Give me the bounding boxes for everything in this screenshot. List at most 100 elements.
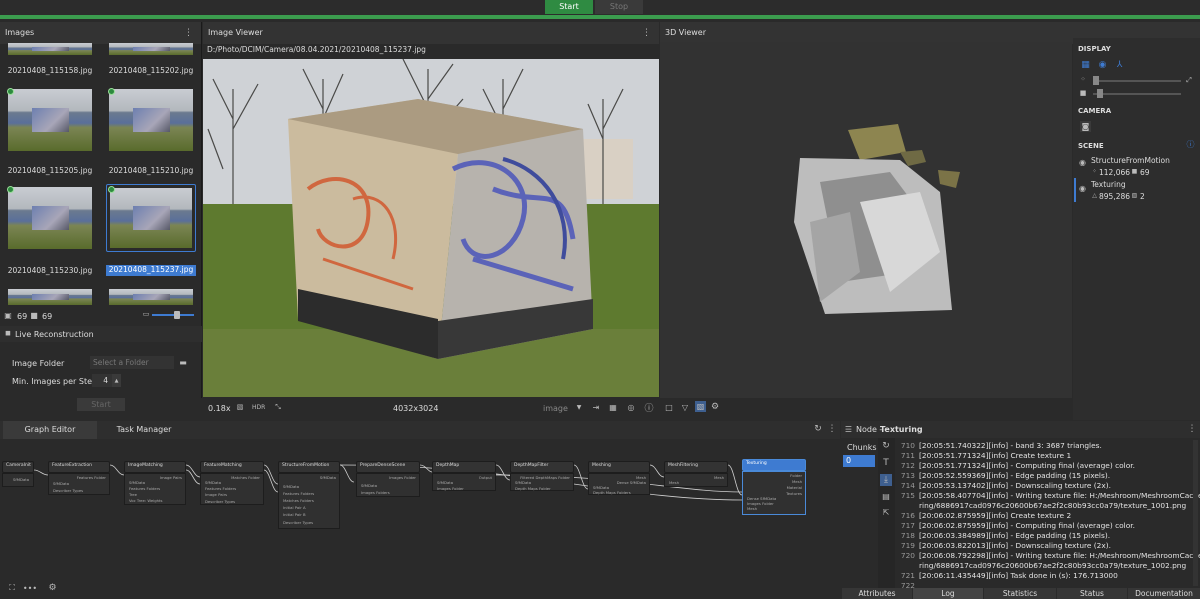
- hdr-label[interactable]: HDR: [252, 404, 265, 411]
- camera-icon[interactable]: ◙: [1080, 121, 1091, 132]
- thumbnail[interactable]: [106, 286, 196, 308]
- point-size-handle[interactable]: [1093, 76, 1099, 85]
- tab-documentation[interactable]: Documentation: [1128, 588, 1200, 599]
- import-icon[interactable]: ⇥: [591, 402, 601, 412]
- stop-button[interactable]: Stop: [595, 0, 643, 14]
- graph-settings-icon[interactable]: ⚙: [47, 582, 58, 593]
- graph-node-camerainit[interactable]: CameraInit SfMData: [2, 461, 34, 487]
- chevron-down-icon[interactable]: ▼: [575, 403, 583, 411]
- tab-status[interactable]: Status: [1057, 588, 1127, 599]
- live-reconstruction-title: Live Reconstruction: [15, 330, 94, 339]
- image-path: D:/Photo/DCIM/Camera/08.04.2021/20210408…: [207, 45, 426, 54]
- images-panel-title: Images: [5, 28, 35, 37]
- node-menu-icon[interactable]: ⋮: [1188, 424, 1197, 434]
- min-images-stepper[interactable]: 4: [92, 374, 112, 387]
- 3d-viewer-toolbar: [660, 398, 1072, 420]
- thumbnail[interactable]: [5, 184, 95, 252]
- thumbnail[interactable]: [5, 286, 95, 308]
- 3d-viewport[interactable]: [660, 42, 1072, 398]
- scene-info-icon[interactable]: ⓘ: [1186, 140, 1195, 149]
- min-images-label: Min. Images per Step: [12, 377, 98, 386]
- scene-item-name[interactable]: Texturing: [1091, 180, 1126, 189]
- tab-graph-editor[interactable]: Graph Editor: [3, 421, 97, 439]
- thumbnail-size-icon: ▭: [142, 310, 150, 318]
- tab-task-manager[interactable]: Task Manager: [97, 421, 191, 439]
- scene-item-name[interactable]: StructureFromMotion: [1091, 156, 1170, 165]
- info-icon[interactable]: ⓘ: [644, 402, 654, 414]
- log-scrollbar[interactable]: [1193, 440, 1198, 586]
- fit-view-icon[interactable]: ⛶: [7, 583, 17, 593]
- filter-icon[interactable]: ▽: [680, 402, 690, 412]
- visibility-eye-icon[interactable]: ◉: [1078, 184, 1087, 193]
- thumbnail[interactable]: [5, 40, 95, 58]
- cameras-icon: ■: [1131, 168, 1138, 175]
- graph-node-texturing-selected[interactable]: Texturing Folder Mesh Material Textures Dense…: [742, 459, 806, 515]
- stepper-arrows-icon[interactable]: ▲: [112, 374, 121, 387]
- more-icon[interactable]: •••: [23, 583, 37, 593]
- chunk-item-selected[interactable]: 0: [843, 455, 875, 467]
- viewer-menu-icon[interactable]: ⋮: [642, 22, 651, 44]
- document-icon[interactable]: ▤: [881, 491, 891, 501]
- graph-node-preparedensescene[interactable]: PrepareDenseScene Images Folder SfMData Ima…: [356, 461, 420, 497]
- log-line: 720 [20:06:08.792298][info] - Writing tex…: [900, 551, 1200, 560]
- display-panel: [1073, 38, 1200, 420]
- globe-icon[interactable]: ◎: [626, 402, 636, 412]
- graph-node-meshing[interactable]: Meshing Mesh Dense SfMData SfMData Depth Map…: [588, 461, 650, 495]
- log-line: 719 [20:06:03.822013][info] - Downscaling…: [900, 541, 1111, 550]
- thumbnail[interactable]: [5, 86, 95, 154]
- settings-icon[interactable]: ⚙: [710, 402, 720, 412]
- visibility-eye-icon[interactable]: ◉: [1078, 158, 1087, 167]
- node-panel-title-node: Texturing: [880, 425, 923, 434]
- thumbnail-size-slider[interactable]: [152, 314, 194, 316]
- tab-log[interactable]: Log: [913, 588, 983, 599]
- graph-menu-icon[interactable]: ⋮: [828, 424, 837, 434]
- viewer-mode-select[interactable]: image: [543, 404, 568, 413]
- image-folder-input[interactable]: Select a Folder: [90, 356, 174, 369]
- graph-node-imagematching[interactable]: ImageMatching Image Pairs SfMData Features …: [124, 461, 186, 505]
- slider-handle[interactable]: [174, 311, 180, 319]
- camera-count: 69: [42, 312, 53, 321]
- reconstructed-badge-icon: [7, 186, 14, 193]
- grid-icon[interactable]: ▦: [608, 402, 618, 412]
- thumbnail-label-selected: 20210408_115237.jpg: [106, 265, 196, 276]
- thumbnail-label: 20210408_115202.jpg: [108, 66, 194, 75]
- reload-log-icon[interactable]: ↻: [881, 441, 891, 451]
- reconstructed-badge-icon: [108, 186, 115, 193]
- graph-node-depthmapfilter[interactable]: DepthMapFilter Filtered DepthMaps Folder S…: [510, 461, 574, 491]
- gizmo-toggle-icon[interactable]: ◉: [1097, 59, 1108, 70]
- live-start-button[interactable]: Start: [77, 398, 125, 411]
- log-line: 710 [20:05:51.740322][info] - band 3: 368…: [900, 441, 1102, 450]
- camera-scale-handle[interactable]: [1097, 89, 1103, 98]
- thumbnail[interactable]: [106, 40, 196, 58]
- point-size-slider[interactable]: [1093, 80, 1181, 82]
- live-reconstruction-toggle-icon[interactable]: ◼: [4, 329, 12, 337]
- graph-node-meshfiltering[interactable]: MeshFiltering Mesh Mesh: [664, 461, 728, 487]
- graph-node-featureextraction[interactable]: FeatureExtraction Features Folder SfMData D…: [48, 461, 110, 495]
- thumbnail[interactable]: [106, 86, 196, 154]
- viewer-image[interactable]: [203, 59, 659, 397]
- tab-statistics[interactable]: Statistics: [984, 588, 1056, 599]
- thumbnail-selected[interactable]: [106, 184, 196, 252]
- graph-node-depthmap[interactable]: DepthMap Output SfMData Images Folder: [432, 461, 496, 491]
- start-button[interactable]: Start: [545, 0, 593, 14]
- bounding-box-icon[interactable]: □: [664, 402, 674, 412]
- graph-node-structurefrommotion[interactable]: StructureFromMotion SfMData SfMData Feature…: [278, 461, 340, 529]
- fixed-size-icon[interactable]: ⤢: [1185, 76, 1193, 84]
- origin-toggle-icon[interactable]: ⅄: [1114, 59, 1125, 70]
- camera-count-icon: ■: [30, 310, 38, 320]
- camera-scale-slider[interactable]: [1093, 93, 1181, 95]
- wireframe-icon[interactable]: ▧: [695, 401, 706, 412]
- grid-toggle-icon[interactable]: ▦: [1080, 59, 1091, 70]
- tab-attributes[interactable]: Attributes: [842, 588, 912, 599]
- log-line: 714 [20:05:53.137402][info] - Downscaling…: [900, 481, 1111, 490]
- hdr-toggle-icon[interactable]: ▧: [235, 402, 245, 412]
- triangles-icon: △: [1092, 192, 1097, 199]
- folder-icon[interactable]: ▬: [178, 357, 188, 367]
- fit-icon[interactable]: ⤡: [273, 402, 283, 412]
- scroll-bottom-icon[interactable]: ⤓: [880, 474, 892, 486]
- scene-item-triangles: 895,286: [1099, 192, 1131, 201]
- graph-node-featurematching[interactable]: FeatureMatching Matches Folder SfMData Feat…: [200, 461, 264, 505]
- refresh-icon[interactable]: ↻: [813, 424, 823, 434]
- text-format-icon[interactable]: T: [881, 458, 891, 468]
- external-link-icon[interactable]: ⇱: [881, 507, 891, 517]
